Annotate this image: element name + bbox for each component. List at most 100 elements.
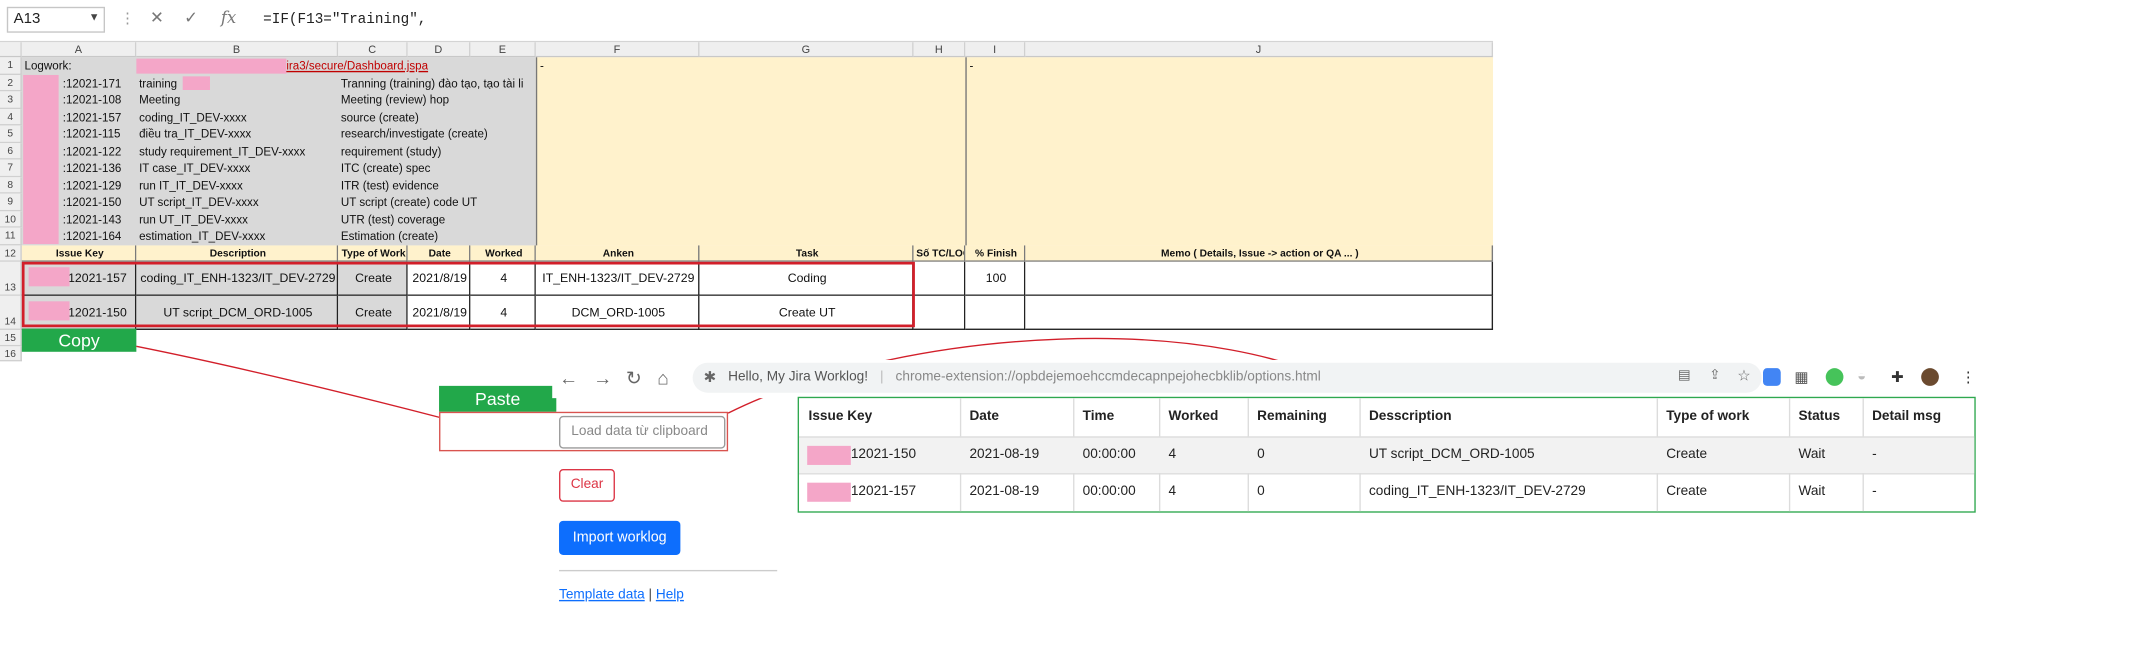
- column-header-i[interactable]: I: [965, 42, 1026, 58]
- column-header-c[interactable]: C: [338, 42, 408, 58]
- task-desc[interactable]: ITR (test) evidence: [338, 177, 536, 194]
- task-desc[interactable]: Estimation (create): [338, 228, 536, 245]
- help-link[interactable]: Help: [656, 588, 684, 603]
- task-name[interactable]: training: [136, 74, 338, 91]
- header-percent-finish[interactable]: % Finish: [965, 244, 1026, 262]
- row-header[interactable]: 12: [0, 244, 22, 262]
- import-worklog-button[interactable]: Import worklog: [559, 520, 681, 555]
- header-issue-key[interactable]: Issue Key: [21, 244, 137, 262]
- data-so-tc-loc[interactable]: [913, 261, 966, 296]
- select-all-corner[interactable]: [0, 42, 22, 58]
- column-header-e[interactable]: E: [470, 42, 536, 58]
- th-date[interactable]: Date: [960, 398, 999, 436]
- header-so-tc-loc[interactable]: Số TC/LOC: [913, 244, 966, 262]
- column-header-j[interactable]: J: [1025, 42, 1494, 58]
- column-header-f[interactable]: F: [535, 42, 700, 58]
- task-key[interactable]: :12021-136: [60, 160, 136, 177]
- chrome-menu-icon[interactable]: ⋮: [1961, 368, 1976, 386]
- data-memo[interactable]: [1025, 295, 1494, 330]
- data-percent-finish[interactable]: [965, 295, 1026, 330]
- row-header[interactable]: 14: [0, 295, 22, 330]
- data-percent-finish[interactable]: 100: [965, 261, 1026, 296]
- column-header-a[interactable]: A: [21, 42, 137, 58]
- task-key[interactable]: :12021-171: [60, 74, 136, 91]
- task-key[interactable]: :12021-157: [60, 108, 136, 125]
- task-name[interactable]: Meeting: [136, 91, 338, 108]
- row-header[interactable]: 10: [0, 210, 22, 228]
- chevron-down-icon[interactable]: ▼: [89, 11, 100, 23]
- task-key[interactable]: :12021-122: [60, 142, 136, 159]
- cell-i1[interactable]: -: [967, 57, 994, 74]
- row-header[interactable]: 4: [0, 108, 22, 126]
- task-desc[interactable]: ITC (create) spec: [338, 160, 536, 177]
- header-date[interactable]: Date: [407, 244, 471, 262]
- row-header[interactable]: 8: [0, 176, 22, 194]
- forward-icon[interactable]: →: [593, 367, 612, 389]
- task-name[interactable]: điều tra_IT_DEV-xxxx: [136, 125, 338, 142]
- task-name[interactable]: UT script_IT_DEV-xxxx: [136, 194, 338, 211]
- task-name[interactable]: estimation_IT_DEV-xxxx: [136, 228, 338, 245]
- task-name[interactable]: coding_IT_DEV-xxxx: [136, 108, 338, 125]
- task-desc[interactable]: Meeting (review) hop: [338, 91, 536, 108]
- task-key[interactable]: :12021-164: [60, 228, 136, 245]
- insert-function-icon[interactable]: fx: [221, 8, 236, 27]
- header-anken[interactable]: Anken: [535, 244, 700, 262]
- task-desc[interactable]: UT script (create) code UT: [338, 194, 536, 211]
- header-task[interactable]: Task: [699, 244, 914, 262]
- chat-extension-icon[interactable]: [1825, 368, 1844, 386]
- column-header-d[interactable]: D: [407, 42, 471, 58]
- extensions-puzzle-icon[interactable]: ✚: [1891, 368, 1904, 386]
- home-icon[interactable]: ⌂: [657, 367, 669, 389]
- back-icon[interactable]: ←: [559, 367, 578, 389]
- profile-avatar[interactable]: [1921, 368, 1939, 386]
- task-key[interactable]: :12021-108: [60, 91, 136, 108]
- table-row[interactable]: 12021-157 2021-08-19 00:00:00 4 0 coding…: [799, 473, 1975, 510]
- row-header[interactable]: 5: [0, 125, 22, 143]
- task-desc[interactable]: source (create): [338, 108, 536, 125]
- formula-input[interactable]: =IF(F13="Training",: [255, 3, 1489, 37]
- game-extension-icon[interactable]: ◒: [1857, 368, 1866, 384]
- enter-icon[interactable]: ✓: [184, 8, 198, 27]
- table-row[interactable]: 12021-150 2021-08-19 00:00:00 4 0 UT scr…: [799, 436, 1975, 474]
- row-header[interactable]: 2: [0, 74, 22, 92]
- task-desc[interactable]: requirement (study): [338, 142, 536, 159]
- th-status[interactable]: Status: [1789, 398, 1840, 436]
- row-header[interactable]: 11: [0, 227, 22, 245]
- dashboard-link[interactable]: ira3/secure/Dashboard.jspa: [284, 57, 536, 74]
- task-name[interactable]: run UT_IT_DEV-xxxx: [136, 211, 338, 228]
- task-name[interactable]: IT case_IT_DEV-xxxx: [136, 160, 338, 177]
- th-remaining[interactable]: Remaining: [1248, 398, 1327, 436]
- load-clipboard-input[interactable]: Load data từ clipboard: [559, 415, 726, 449]
- th-issue-key[interactable]: Issue Key: [799, 398, 873, 436]
- name-box[interactable]: A13 ▼: [6, 6, 105, 33]
- row-header[interactable]: 13: [0, 261, 22, 296]
- row-header[interactable]: 15: [0, 329, 22, 346]
- task-desc[interactable]: UTR (test) coverage: [338, 211, 536, 228]
- header-memo[interactable]: Memo ( Details, Issue -> action or QA ..…: [1025, 244, 1494, 262]
- qr-extension-icon[interactable]: ▦: [1794, 368, 1808, 386]
- task-name[interactable]: run IT_IT_DEV-xxxx: [136, 177, 338, 194]
- data-memo[interactable]: [1025, 261, 1494, 296]
- data-so-tc-loc[interactable]: [913, 295, 966, 330]
- header-type-of-work[interactable]: Type of Work: [338, 244, 408, 262]
- clear-button[interactable]: Clear: [559, 469, 615, 502]
- reload-icon[interactable]: ↻: [626, 367, 642, 390]
- row-header[interactable]: 3: [0, 91, 22, 109]
- bookmark-star-icon[interactable]: ☆: [1737, 367, 1750, 384]
- row-header[interactable]: 1: [0, 57, 22, 75]
- th-worked[interactable]: Worked: [1159, 398, 1219, 436]
- task-desc[interactable]: research/investigate (create): [338, 125, 536, 142]
- row-header[interactable]: 16: [0, 345, 22, 362]
- row-header[interactable]: 6: [0, 142, 22, 160]
- task-name[interactable]: study requirement_IT_DEV-xxxx: [136, 142, 338, 159]
- th-time[interactable]: Time: [1073, 398, 1115, 436]
- th-detail-msg[interactable]: Detail msg: [1863, 398, 1941, 436]
- row-header[interactable]: 9: [0, 193, 22, 211]
- task-key[interactable]: :12021-129: [60, 177, 136, 194]
- row-header[interactable]: 7: [0, 159, 22, 177]
- translate-extension-icon[interactable]: [1763, 368, 1781, 386]
- header-description[interactable]: Description: [136, 244, 339, 262]
- task-key[interactable]: :12021-143: [60, 211, 136, 228]
- column-header-g[interactable]: G: [699, 42, 914, 58]
- column-header-b[interactable]: B: [136, 42, 339, 58]
